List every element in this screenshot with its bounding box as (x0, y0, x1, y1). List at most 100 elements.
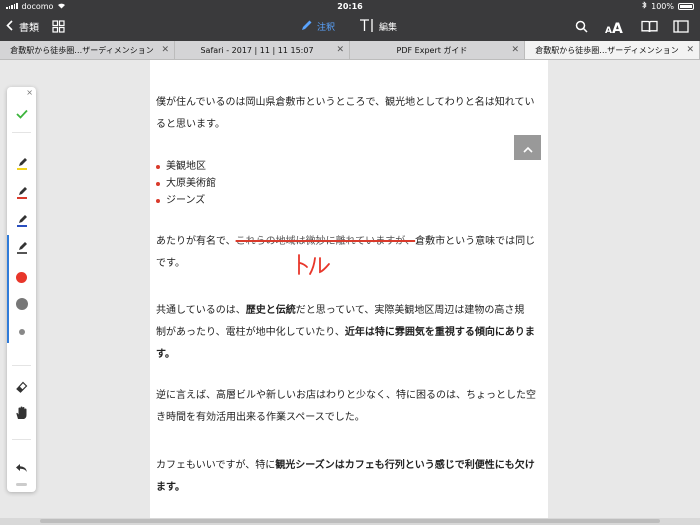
tab-safari[interactable]: Safari - 2017 | 11 | 11 15:07 ✕ (175, 41, 350, 59)
paragraph-cafe: カフェもいいですが、特に観光シーズンはカフェも行列という感じで利便性にも欠け ま… (156, 455, 548, 499)
highlighter-yellow-tool[interactable] (7, 153, 36, 177)
battery-percent: 100% (651, 1, 674, 11)
eraser-tool[interactable] (7, 375, 36, 399)
text-line: ると思います。 (156, 119, 225, 130)
text-line: 逆に言えば、高層ビルや新しいお店はわりと少なく、特に困るのは、ちょっとした空 (156, 390, 536, 401)
text-size-icon[interactable]: AA (604, 18, 626, 36)
close-icon[interactable]: ✕ (161, 45, 169, 55)
tab-label: PDF Expert ガイド (396, 45, 468, 55)
svg-text:A: A (612, 21, 623, 34)
list-item: 美観地区 (156, 158, 216, 175)
text-line: き時間を有効活用出来る作業スペースでした。 (156, 412, 365, 423)
palette-drag-handle[interactable] (16, 483, 27, 486)
text-line: ます。 (156, 477, 548, 499)
back-button[interactable]: 書類 (6, 19, 39, 34)
pen-icon (300, 19, 313, 35)
chevron-up-icon (522, 138, 533, 157)
divider (12, 132, 31, 133)
stroke-dot-icon (15, 298, 28, 310)
text-line: です。 (156, 258, 185, 269)
battery-icon (678, 2, 694, 10)
bold-text: 観光シーズンはカフェも行列という感じで利便性にも欠け (275, 460, 535, 471)
handwritten-annotation[interactable]: トル (295, 252, 335, 282)
pen-icon (15, 212, 29, 232)
close-icon[interactable]: ✕ (336, 45, 344, 55)
text-line: カフェもいいですが、特に観光シーズンはカフェも行列という感じで利便性にも欠け (156, 455, 548, 477)
grid-icon[interactable] (49, 18, 67, 36)
search-icon[interactable] (572, 18, 590, 36)
close-icon[interactable]: ✕ (686, 45, 694, 55)
svg-text:A: A (605, 26, 612, 34)
text-span: 倉敷市という意味では同じ (415, 236, 536, 247)
edit-label: 編集 (379, 23, 398, 33)
divider (12, 365, 31, 366)
book-icon[interactable] (640, 18, 658, 36)
tab-document-active[interactable]: 倉敷駅から徒歩圏…ザーディメンション ✕ (525, 41, 700, 59)
tab-label: Safari - 2017 | 11 | 11 15:07 (200, 45, 314, 55)
pen-blue-tool[interactable] (7, 210, 36, 234)
pen-red-tool[interactable] (7, 182, 36, 206)
tab-document-1[interactable]: 倉敷駅から徒歩圏…ザーディメンション ✕ (0, 41, 175, 59)
thumbnails-icon[interactable] (672, 18, 690, 36)
text-span: だと思っていて、実際美観地区周辺は建物の高さ規 (295, 305, 525, 316)
wifi-icon (57, 2, 66, 11)
bold-text: 近年は特に雰囲気を重視する傾向にありま (344, 327, 535, 338)
checkmark-icon (15, 104, 28, 123)
text-span: あたりが有名で、 (156, 236, 236, 247)
stroke-small-option[interactable] (7, 320, 36, 344)
edit-mode-button[interactable]: 編集 (359, 18, 397, 36)
tab-label: 倉敷駅から徒歩圏…ザーディメンション (535, 45, 679, 55)
divider (12, 439, 31, 440)
bullet-list: 美観地区 大原美術館 ジーンズ (156, 158, 216, 209)
document-page[interactable]: 僕が住んでいるのは岡山県倉敷市というところで、観光地としてわりと名は知れてい る… (150, 60, 548, 518)
paragraph-intro: 僕が住んでいるのは岡山県倉敷市というところで、観光地としてわりと名は知れてい る… (156, 92, 548, 136)
paragraph-workspace: 逆に言えば、高層ビルや新しいお店はわりと少なく、特に困るのは、ちょっとした空 き… (156, 385, 548, 429)
toolbar: 書類 注釈 編集 A A (0, 12, 700, 41)
annotate-mode-button[interactable]: 注釈 (300, 19, 335, 35)
text-line: 制があったり、電柱が地中化していたり、近年は特に雰囲気を重視する傾向にありま (156, 322, 548, 344)
scroll-to-top-button[interactable] (514, 135, 541, 160)
tab-label: 倉敷駅から徒歩圏…ザーディメンション (10, 45, 154, 55)
status-time: 20:16 (337, 1, 363, 11)
done-button[interactable] (7, 101, 36, 125)
text-line: 僕が住んでいるのは岡山県倉敷市というところで、観光地としてわりと名は知れてい (156, 97, 535, 108)
annotate-label: 注釈 (317, 23, 336, 33)
text-span: 制があったり、電柱が地中化していたり、 (156, 327, 345, 338)
pen-gray-tool[interactable] (7, 237, 36, 261)
signal-icon (6, 3, 18, 9)
text-line: 共通しているのは、歴史と伝統だと思っていて、実際美観地区周辺は建物の高さ規 (156, 300, 548, 322)
text-line: あたりが有名で、これらの地域は微妙に離れていますが、倉敷市という意味では同じ (156, 231, 548, 253)
list-item: ジーンズ (156, 192, 216, 209)
text-span: 共通しているのは、 (156, 305, 246, 316)
hand-icon (15, 405, 28, 424)
stroke-large-option[interactable] (7, 292, 36, 316)
text-edit-icon (359, 18, 375, 36)
list-item: 大原美術館 (156, 175, 216, 192)
close-icon[interactable]: ✕ (511, 45, 519, 55)
tab-bar: 倉敷駅から徒歩圏…ザーディメンション ✕ Safari - 2017 | 11 … (0, 41, 700, 60)
text-span: カフェもいいですが、特に (156, 460, 276, 471)
strikethrough-annotation[interactable]: これらの地域は微妙に離れていますが、 (236, 236, 416, 247)
color-dot-icon (16, 271, 27, 283)
hand-tool[interactable] (7, 402, 36, 426)
paragraph-history: 共通しているのは、歴史と伝統だと思っていて、実際美観地区周辺は建物の高さ規 制が… (156, 300, 548, 366)
bold-text: ます。 (156, 482, 185, 493)
chevron-left-icon (6, 19, 13, 34)
palette-close-icon[interactable]: × (26, 88, 33, 97)
color-red-swatch[interactable] (7, 265, 36, 289)
carrier-label: docomo (21, 1, 54, 11)
annotation-palette: × (7, 87, 36, 492)
undo-icon (15, 458, 28, 477)
pen-icon (15, 184, 29, 204)
undo-button[interactable] (7, 455, 36, 479)
text-line: す。 (156, 344, 548, 366)
eraser-icon (15, 378, 28, 397)
status-bar: docomo 20:16 100% (0, 0, 700, 12)
paragraph-areas: あたりが有名で、これらの地域は微妙に離れていますが、倉敷市という意味では同じ で… (156, 231, 548, 275)
page-scrubber[interactable] (40, 519, 660, 523)
tab-pdf-expert-guide[interactable]: PDF Expert ガイド ✕ (350, 41, 525, 59)
bluetooth-icon (642, 1, 647, 11)
back-label: 書類 (19, 23, 39, 34)
stroke-dot-icon (18, 329, 25, 335)
bold-text: す。 (156, 349, 175, 360)
